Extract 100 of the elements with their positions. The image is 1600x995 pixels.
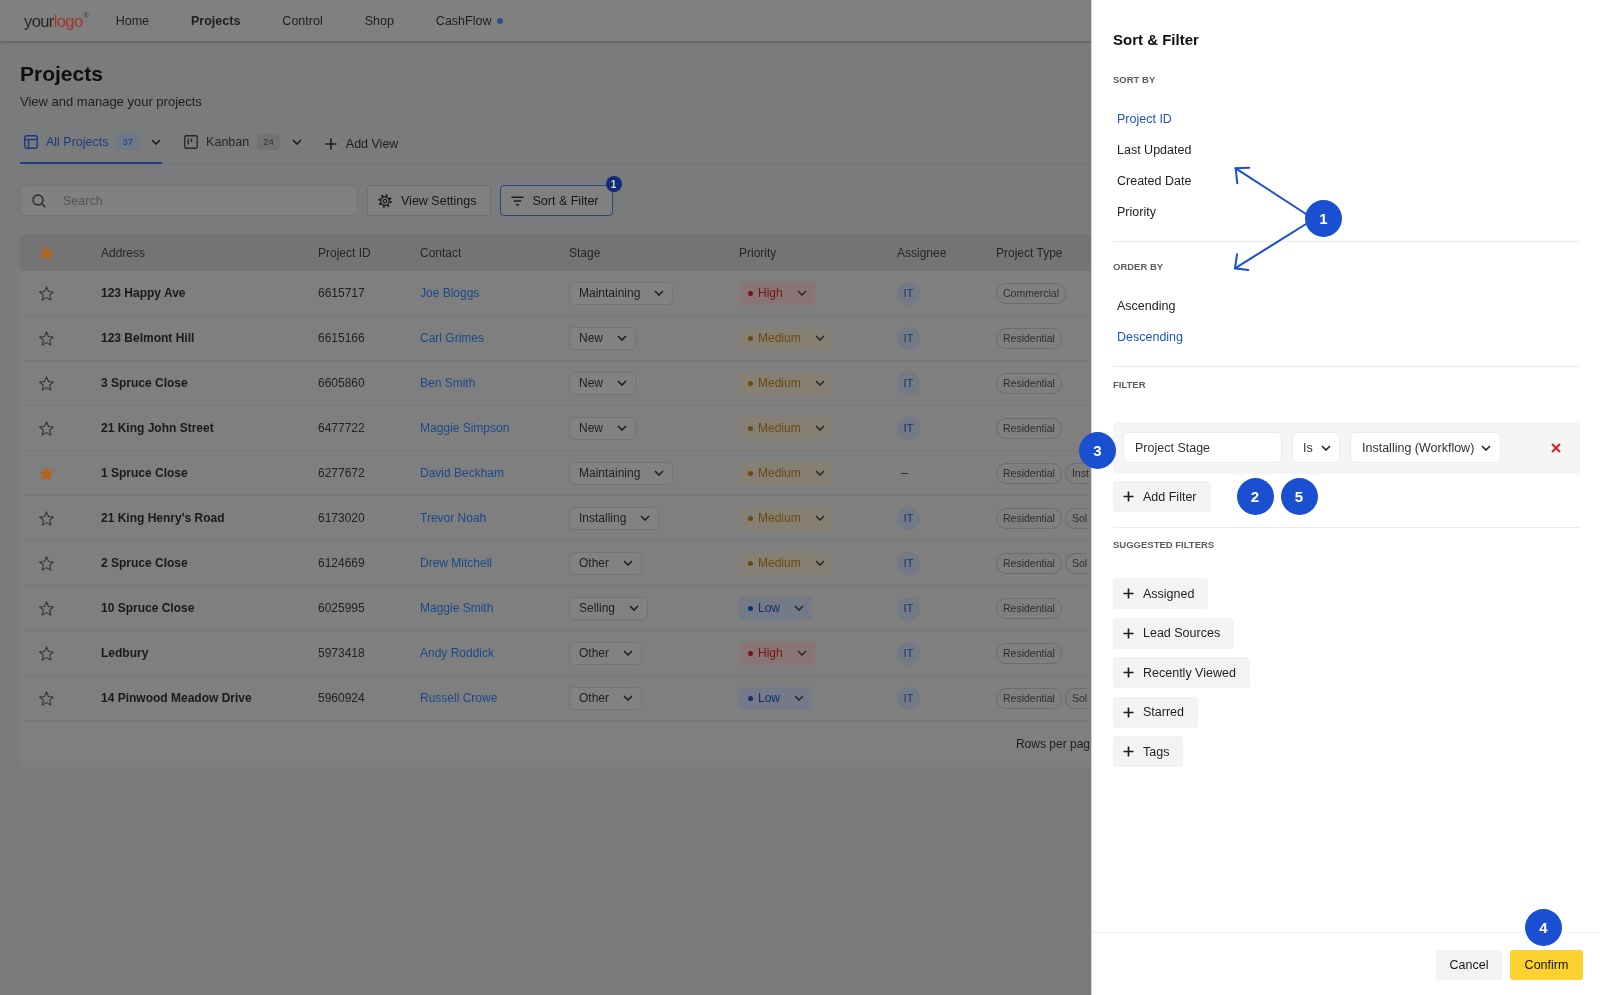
star-icon[interactable] (39, 330, 54, 346)
stage-dropdown[interactable]: New (569, 371, 636, 395)
section-heading: SUGGESTED FILTERS (1113, 539, 1215, 551)
star-icon[interactable] (39, 690, 54, 706)
priority-dropdown[interactable]: High (739, 281, 815, 305)
cancel-button[interactable]: Cancel (1436, 950, 1502, 980)
star-icon[interactable] (39, 285, 54, 301)
column-header: Address (101, 245, 146, 260)
project-id: 6615717 (318, 286, 365, 300)
caret-icon (617, 380, 627, 386)
contact-link[interactable]: Joe Bloggs (420, 286, 480, 300)
sort-option[interactable]: Project ID (1113, 103, 1176, 134)
star-icon[interactable] (39, 420, 54, 436)
view-settings-button[interactable]: View Settings (367, 185, 491, 216)
plus-icon (1123, 627, 1134, 639)
star-icon[interactable] (39, 465, 54, 481)
plus-icon (1123, 746, 1134, 757)
stage-dropdown[interactable]: Other (569, 641, 642, 665)
section-heading: FILTER (1113, 379, 1146, 391)
caret-icon[interactable] (151, 139, 162, 145)
nav-link[interactable]: Projects (191, 13, 241, 28)
stage-dropdown[interactable]: Selling (569, 596, 649, 620)
column-header: Project ID (318, 245, 371, 260)
address-text: 1 Spruce Close (101, 466, 188, 480)
close-icon[interactable] (1551, 442, 1561, 453)
assignee-avatar: IT (897, 551, 920, 575)
order-option[interactable]: Descending (1113, 321, 1187, 352)
caret-icon (1481, 444, 1491, 451)
contact-link[interactable]: Drew Mitchell (420, 556, 492, 570)
contact-link[interactable]: Russell Crowe (420, 691, 498, 705)
rows-per-page-label: Rows per pag (1015, 737, 1090, 751)
caret-icon (623, 695, 633, 701)
contact-link[interactable]: Trevor Noah (420, 511, 487, 525)
project-type-tag: Residential (996, 552, 1062, 574)
address-text: 21 King John Street (101, 421, 214, 435)
suggested-filter-button[interactable]: Recently Viewed (1113, 657, 1250, 688)
contact-link[interactable]: Andy Roddick (420, 646, 495, 660)
filter-operator-dropdown[interactable]: Is (1292, 432, 1340, 463)
caret-icon[interactable] (291, 139, 302, 145)
view-count: 24 (257, 134, 280, 150)
add-view-button[interactable]: Add View (320, 124, 403, 163)
suggested-filter-button[interactable]: Assigned (1113, 578, 1209, 609)
nav-link[interactable]: CashFlow (435, 13, 504, 28)
plus-icon (1123, 667, 1134, 678)
star-icon[interactable] (39, 375, 54, 391)
suggested-filter-button[interactable]: Lead Sources (1113, 617, 1235, 649)
contact-link[interactable]: Maggie Simpson (420, 421, 510, 435)
stage-dropdown[interactable]: Maintaining (569, 281, 674, 305)
caret-icon (623, 650, 633, 656)
stage-dropdown[interactable]: Other (569, 686, 642, 710)
assignee-avatar: IT (897, 596, 920, 620)
contact-link[interactable]: Ben Smith (420, 376, 476, 390)
add-filter-button[interactable]: Add Filter (1113, 481, 1211, 512)
stage-dropdown[interactable]: Other (569, 551, 642, 575)
stage-dropdown[interactable]: New (569, 416, 636, 440)
priority-dropdown[interactable]: Low (739, 686, 812, 710)
star-icon[interactable] (39, 245, 54, 260)
star-icon[interactable] (39, 555, 54, 571)
column-header: Project Type (996, 245, 1063, 260)
sort-option[interactable]: Created Date (1113, 165, 1196, 196)
contact-link[interactable]: Carl Grimes (420, 331, 484, 345)
star-icon[interactable] (39, 645, 54, 661)
address-text: Ledbury (101, 646, 149, 660)
star-icon[interactable] (39, 600, 54, 616)
caret-icon (814, 335, 825, 341)
stage-dropdown[interactable]: Maintaining (569, 461, 674, 485)
star-icon[interactable] (39, 510, 54, 526)
project-id: 6277672 (318, 466, 365, 480)
order-option[interactable]: Ascending (1113, 290, 1180, 321)
view-tab[interactable]: Kanban 24 (180, 124, 303, 164)
caret-icon (814, 425, 825, 431)
address-text: 21 King Henry's Road (101, 511, 225, 525)
view-count: 37 (116, 134, 140, 150)
confirm-button[interactable]: Confirm (1510, 950, 1583, 980)
sort-option[interactable]: Priority (1113, 196, 1160, 227)
annotation-marker: 2 (1236, 478, 1274, 515)
nav-link[interactable]: Control (282, 13, 323, 28)
contact-link[interactable]: Maggie Smith (420, 601, 494, 615)
caret-icon (654, 290, 665, 296)
suggested-filter-button[interactable]: Tags (1113, 736, 1184, 767)
view-tab[interactable]: All Projects 37 (20, 124, 163, 164)
project-type-tag: Sol (1064, 507, 1088, 529)
contact-link[interactable]: David Beckham (420, 466, 505, 480)
stage-dropdown[interactable]: New (569, 326, 636, 350)
project-type-tag: Residential (996, 372, 1062, 394)
stage-dropdown[interactable]: Installing (569, 506, 660, 530)
priority-dropdown[interactable]: Low (739, 596, 812, 620)
sort-option[interactable]: Last Updated (1113, 134, 1196, 165)
nav-link[interactable]: Shop (364, 13, 394, 28)
annotation-marker: 4 (1525, 909, 1562, 946)
filter-value-dropdown[interactable]: Installing (Workflow) (1350, 432, 1501, 463)
priority-dropdown[interactable]: High (739, 641, 815, 665)
filter-field-select[interactable]: Project Stage (1123, 432, 1282, 463)
project-id: 5960924 (318, 691, 365, 705)
project-id: 6025995 (318, 601, 365, 615)
suggested-filter-button[interactable]: Starred (1113, 696, 1198, 728)
project-type-tag: Commercial (996, 282, 1066, 304)
assignee-avatar: IT (897, 326, 920, 350)
nav-link[interactable]: Home (115, 13, 149, 28)
caret-icon (814, 470, 825, 476)
